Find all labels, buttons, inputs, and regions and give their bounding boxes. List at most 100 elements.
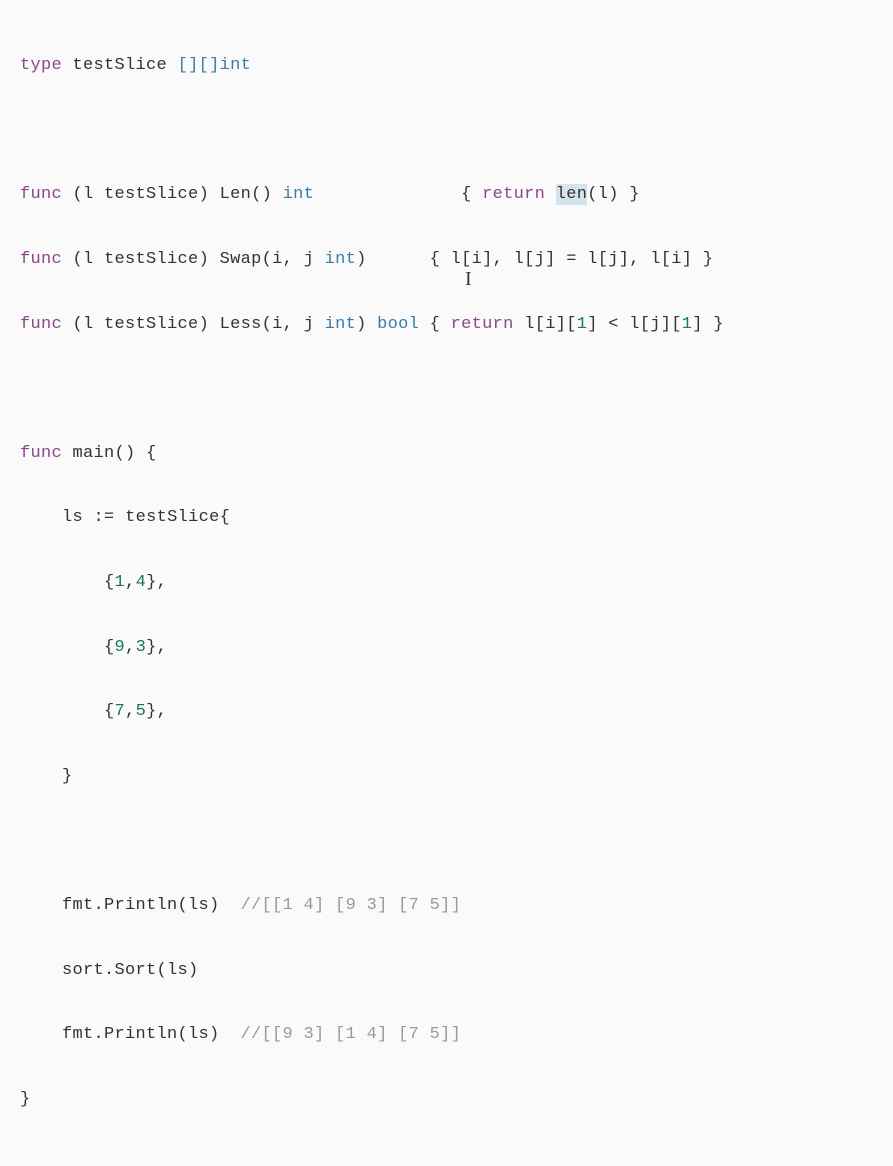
receiver-close: )	[199, 250, 220, 269]
indent	[20, 767, 62, 786]
params-open: (i, j	[262, 250, 325, 269]
return-type: bool	[377, 315, 419, 334]
code-line[interactable]: ls := testSlice{	[20, 502, 873, 534]
keyword-func: func	[20, 250, 62, 269]
brace-close: },	[146, 638, 167, 657]
code-line[interactable]: func (l testSlice) Len() int { return le…	[20, 179, 873, 211]
comma: ,	[125, 702, 136, 721]
code-line[interactable]: {1,4},	[20, 567, 873, 599]
number-literal: 1	[115, 573, 126, 592]
comma: ,	[125, 573, 136, 592]
brace-close: },	[146, 573, 167, 592]
comma: ,	[125, 638, 136, 657]
receiver-close: )	[199, 315, 220, 334]
var-name: ls	[62, 508, 94, 527]
call-expr: fmt.Println(ls)	[62, 1025, 241, 1044]
code-line[interactable]: {7,5},	[20, 696, 873, 728]
number-literal: 1	[682, 315, 693, 334]
func-name-main: main	[73, 444, 115, 463]
number-literal: 4	[136, 573, 147, 592]
brace-close: },	[146, 702, 167, 721]
number-literal: 5	[136, 702, 147, 721]
keyword-func: func	[20, 315, 62, 334]
code-line-blank[interactable]	[20, 115, 873, 147]
receiver-type: testSlice	[104, 185, 199, 204]
number-literal: 1	[577, 315, 588, 334]
indent	[20, 896, 62, 915]
brace-open: {	[136, 444, 157, 463]
call-args: (l)	[587, 185, 629, 204]
code-line[interactable]: }	[20, 761, 873, 793]
code-line[interactable]: fmt.Println(ls) //[[1 4] [9 3] [7 5]]	[20, 890, 873, 922]
receiver-type: testSlice	[104, 315, 199, 334]
body-close: }	[713, 315, 724, 334]
params: ()	[115, 444, 136, 463]
code-line[interactable]: {9,3},	[20, 632, 873, 664]
indent	[20, 702, 104, 721]
builtin-len: len	[556, 184, 588, 205]
assign-op: :=	[94, 508, 115, 527]
param-type: int	[325, 315, 357, 334]
code-line[interactable]: sort.Sort(ls)	[20, 955, 873, 987]
type-name: testSlice	[73, 56, 168, 75]
comment: //[[9 3] [1 4] [7 5]]	[241, 1025, 462, 1044]
params-close: )	[356, 315, 377, 334]
indent	[20, 1025, 62, 1044]
func-name: Less	[220, 315, 262, 334]
type-def: [][]int	[178, 56, 252, 75]
receiver-close: )	[199, 185, 220, 204]
keyword-return: return	[451, 315, 514, 334]
code-line[interactable]: fmt.Println(ls) //[[9 3] [1 4] [7 5]]	[20, 1019, 873, 1051]
call-expr: fmt.Println(ls)	[62, 896, 241, 915]
brace-open: {	[104, 638, 115, 657]
body-close: }	[703, 250, 714, 269]
receiver-open: (l	[73, 315, 105, 334]
params-open: (i, j	[262, 315, 325, 334]
return-type: int	[272, 185, 314, 204]
receiver-open: (l	[73, 185, 105, 204]
number-literal: 9	[115, 638, 126, 657]
brace-close: }	[20, 1090, 31, 1109]
body-open: {	[419, 315, 451, 334]
func-name: Len	[220, 185, 252, 204]
body-open: {	[461, 185, 482, 204]
text-cursor-icon: I	[465, 260, 466, 284]
brace-close: }	[62, 767, 73, 786]
indent	[20, 961, 62, 980]
keyword-type: type	[20, 56, 62, 75]
indent	[20, 573, 104, 592]
type-ref: testSlice	[125, 508, 220, 527]
code-editor[interactable]: type testSlice [][]int func (l testSlice…	[20, 18, 873, 1148]
call-expr: sort.Sort(ls)	[62, 961, 199, 980]
params: ()	[251, 185, 272, 204]
code-line-blank[interactable]	[20, 825, 873, 857]
receiver-type: testSlice	[104, 250, 199, 269]
keyword-func: func	[20, 444, 62, 463]
code-line[interactable]: func (l testSlice) Less(i, j int) bool {…	[20, 309, 873, 341]
number-literal: 7	[115, 702, 126, 721]
space	[545, 185, 556, 204]
comment: //[[1 4] [9 3] [7 5]]	[241, 896, 462, 915]
keyword-func: func	[20, 185, 62, 204]
expr-part: ]	[692, 315, 713, 334]
code-line[interactable]: func (l testSlice) Swap(i, j int) { l[i]…	[20, 244, 873, 276]
code-line[interactable]: type testSlice [][]int	[20, 50, 873, 82]
code-line[interactable]: func main() {I	[20, 438, 873, 470]
func-name: Swap	[220, 250, 262, 269]
indent	[20, 508, 62, 527]
body-close: }	[629, 185, 640, 204]
brace-open: {	[220, 508, 231, 527]
params-close: )	[356, 250, 367, 269]
code-line-blank[interactable]	[20, 373, 873, 405]
number-literal: 3	[136, 638, 147, 657]
keyword-return: return	[482, 185, 545, 204]
code-line[interactable]: }	[20, 1084, 873, 1116]
param-type: int	[325, 250, 357, 269]
brace-open: {	[104, 573, 115, 592]
space	[115, 508, 126, 527]
brace-open: {	[104, 702, 115, 721]
receiver-open: (l	[73, 250, 105, 269]
indent	[20, 638, 104, 657]
expr-part: l[i][	[514, 315, 577, 334]
swap-stmt: l[i], l[j] = l[j], l[i]	[451, 250, 703, 269]
